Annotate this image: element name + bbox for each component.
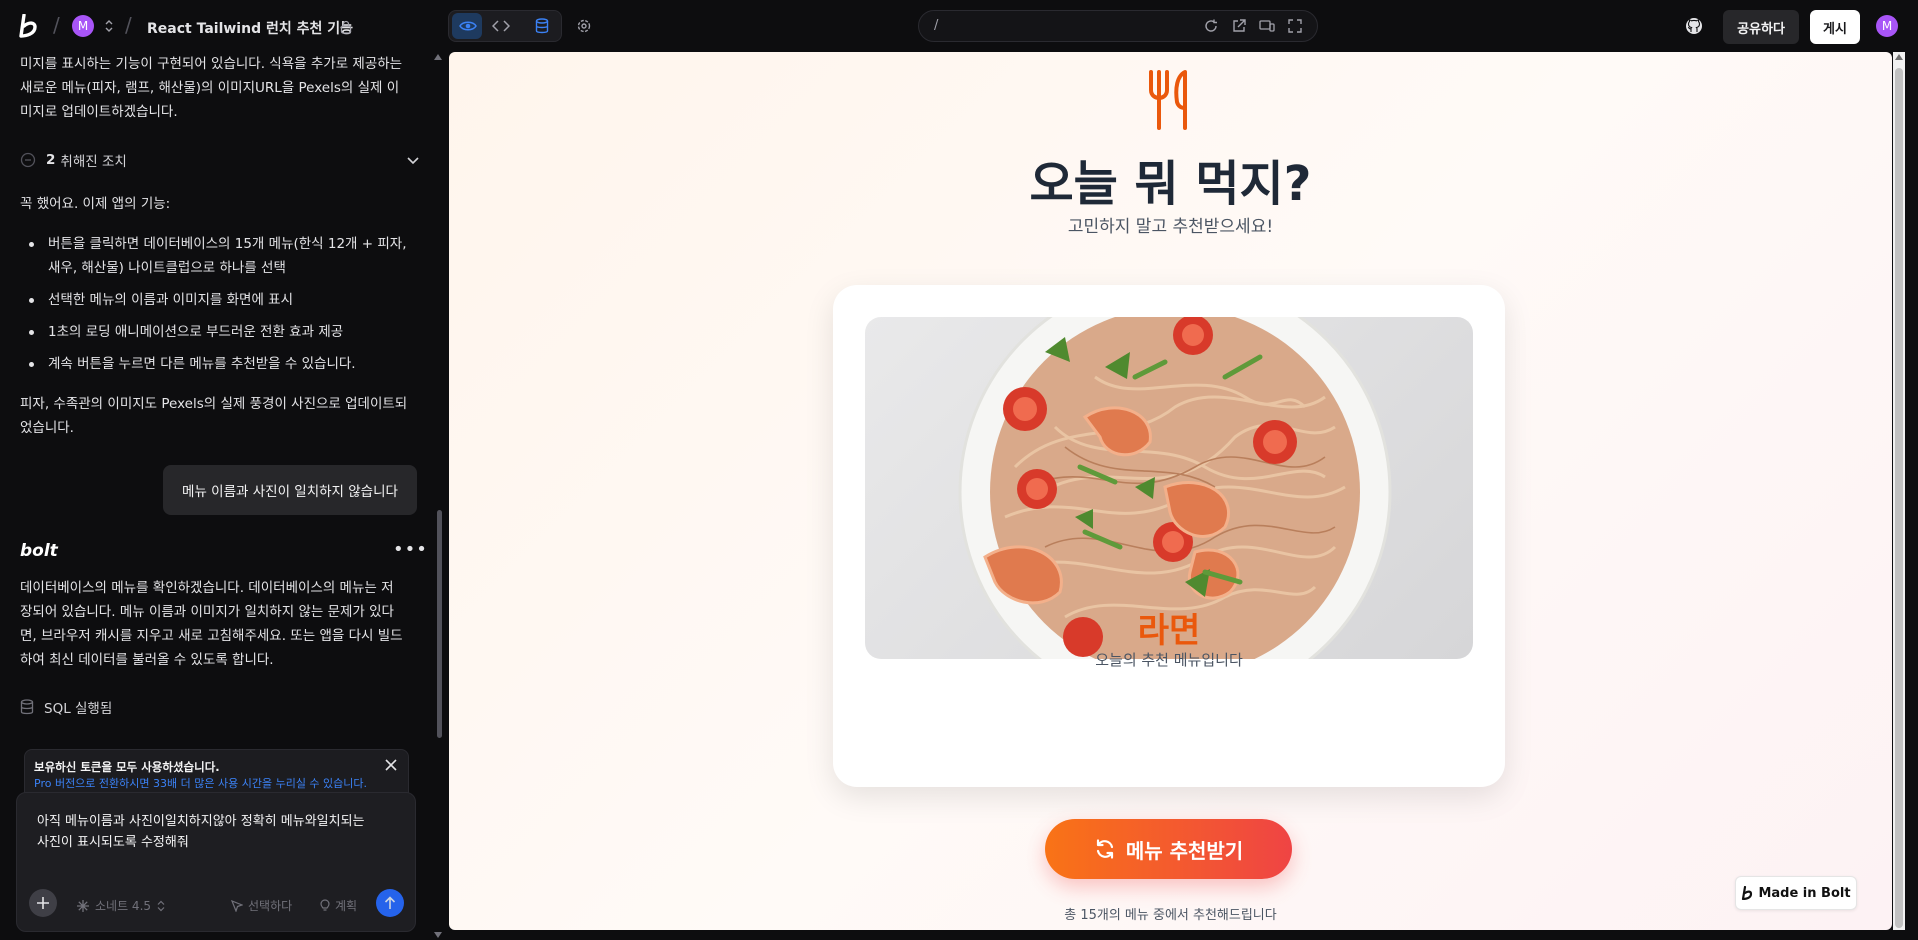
lock-icon [340,19,352,38]
chevron-up-down-icon[interactable] [104,18,114,38]
github-icon[interactable] [1680,12,1708,40]
list-item: 선택한 메뉴의 이름과 이미지를 화면에 표시 [20,288,420,312]
assistant-reply: 데이터베이스의 메뉴를 확인하겠습니다. 데이터베이스의 메뉴는 저 장되어 있… [20,576,420,672]
eye-icon[interactable] [454,12,482,40]
breadcrumb-separator: / [125,13,132,37]
made-in-bolt-label: Made in Bolt [1758,885,1851,901]
recommend-menu-button[interactable]: 메뉴 추천받기 [1045,819,1292,879]
feature-text: 1초의 로딩 애니메이션으로 부드러운 전환 효과 제공 [48,324,344,340]
select-label: 선택하다 [248,899,293,913]
message-line: 하여 최신 데이터를 불러올 수 있도록 합니다. [20,652,274,668]
chevron-down-icon[interactable] [406,153,420,167]
bolt-logo-icon[interactable] [18,14,38,38]
cursor-select-icon [231,899,243,912]
cancelled-count: 2 [46,152,56,168]
device-icon[interactable] [1253,12,1281,40]
reload-icon[interactable] [1197,12,1225,40]
bolt-logo-icon [1742,886,1753,900]
utensils-icon [1149,70,1187,130]
cancelled-actions-row[interactable]: 2 취해진 조치 [20,148,420,172]
scroll-down-icon[interactable] [434,932,442,938]
more-options-icon[interactable]: ••• [393,539,428,560]
page-subtitle: 고민하지 말고 추천받으세요! [1067,217,1274,237]
message-line: 미지로 업데이트하겠습니다. [20,104,178,120]
url-input[interactable]: / [934,18,938,33]
chat-panel: 미지를 표시하는 기능이 구현되어 있습니다. 식욕을 추가로 제공하는 새로운… [0,52,430,940]
bolt-name: bolt [20,541,58,561]
add-attachment-button[interactable] [29,889,57,917]
message-line: 피자, 수족관의 이미지도 Pexels의 실제 풍경이 사진으로 업데이트되 [20,396,408,412]
prompt-line: 아직 메뉴이름과 사진이일치하지않아 정확히 메뉴와일치되는 [37,814,365,829]
done-text: 꼭 했어요. 이제 앱의 기능: [20,196,171,212]
message-line: 새로운 메뉴(피자, 램프, 해산물)의 이미지URL을 Pexels의 실제 … [20,80,400,96]
message-line: 데이터베이스의 메뉴를 확인하겠습니다. 데이터베이스의 메뉴는 저 [20,580,394,596]
pizza-note: 피자, 수족관의 이미지도 Pexels의 실제 풍경이 사진으로 업데이트되 … [20,392,420,440]
project-title[interactable]: React Tailwind 런치 추천 기능 [147,18,353,38]
scroll-up-icon[interactable] [434,54,442,60]
user-avatar[interactable]: M [1876,15,1898,37]
app-preview: 오늘 뭐 먹지? 고민하지 말고 추천받으세요! 라면 오늘의 추천 메뉴입니다… [449,52,1892,930]
list-item: 계속 버튼을 누르면 다른 메뉴를 추천받을 수 있습니다. [20,352,420,376]
made-in-bolt-badge[interactable]: Made in Bolt [1735,876,1857,910]
page-title: 오늘 뭐 먹지? [1029,156,1312,212]
menu-caption: 오늘의 추천 메뉴입니다 [1095,651,1243,669]
arrow-up-icon [384,896,396,909]
cancel-circle-icon [20,152,36,168]
chat-scroll-thumb[interactable] [437,510,442,738]
model-selector[interactable]: 소네트 4.5 [77,897,165,914]
select-element-button[interactable]: 선택하다 [231,897,292,914]
breadcrumb-separator: / [53,13,60,37]
preview-scroll-thumb[interactable] [1895,68,1903,928]
lightbulb-icon [320,899,330,911]
workspace-avatar[interactable]: M [72,15,94,37]
list-item: 버튼을 클릭하면 데이터베이스의 15개 메뉴(한식 12개 + 피자, 새우,… [20,232,420,280]
refresh-icon [1096,839,1113,859]
close-icon[interactable] [384,758,398,772]
code-icon[interactable] [487,12,515,40]
cancelled-label: 취해진 조치 [60,154,127,170]
menu-card: 라면 오늘의 추천 메뉴입니다 [833,285,1505,787]
sql-executed-row[interactable]: SQL 실행됨 [20,697,112,717]
prompt-line: 사진이 표시되도록 수정해줘 [37,835,189,850]
list-item: 1초의 로딩 애니메이션으로 부드러운 전환 효과 제공 [20,320,420,344]
chevron-up-down-icon [157,900,165,911]
assistant-message-intro: 미지를 표시하는 기능이 구현되어 있습니다. 식욕을 추가로 제공하는 새로운… [20,52,420,124]
share-button[interactable]: 공유하다 [1723,10,1799,44]
message-line: 면, 브라우저 캐시를 지우고 새로 고침해주세요. 또는 앱을 다시 빌드 [20,628,403,644]
chat-scrollbar[interactable] [433,52,443,940]
message-line: 었습니다. [20,420,74,436]
sql-label: SQL 실행됨 [44,701,113,717]
recommend-button-label: 메뉴 추천받기 [1125,838,1244,863]
prompt-input[interactable]: 아직 메뉴이름과 사진이일치하지않아 정확히 메뉴와일치되는 사진이 표시되도록… [16,792,416,932]
feature-text: 계속 버튼을 누르면 다른 메뉴를 추천받을 수 있습니다. [48,356,356,372]
sparkle-icon [77,899,89,912]
send-button[interactable] [376,889,404,917]
plan-button[interactable]: 계획 [320,897,357,914]
plan-label: 계획 [335,899,358,913]
upgrade-link[interactable]: Pro 버전으로 전환하시면 33배 더 많은 사용 시간을 누리실 수 있습니… [34,775,367,791]
user-message-bubble: 메뉴 이름과 사진이 일치하지 않습니다 [163,465,417,515]
user-message-text: 메뉴 이름과 사진이 일치하지 않습니다 [182,484,398,500]
feature-list: 버튼을 클릭하면 데이터베이스의 15개 메뉴(한식 12개 + 피자, 새우,… [20,232,420,376]
message-line: 미지를 표시하는 기능이 구현되어 있습니다. 식욕을 추가로 제공하는 [20,56,403,72]
token-notice-text: 보유하신 토큰을 모두 사용하셨습니다. [34,760,220,774]
top-bar: / M / React Tailwind 런치 추천 기능 / 공유하다 게시 … [0,0,1918,52]
model-label: 소네트 4.5 [95,899,152,913]
feature-text: 버튼을 클릭하면 데이터베이스의 15개 메뉴(한식 12개 + 피자, 새우,… [48,236,407,276]
scroll-up-icon[interactable] [1895,54,1903,60]
menu-count-footer: 총 15개의 메뉴 중에서 추천해드립니다 [1064,908,1277,923]
feature-text: 선택한 메뉴의 이름과 이미지를 화면에 표시 [48,292,294,308]
database-icon [20,699,34,715]
fullscreen-icon[interactable] [1281,12,1309,40]
database-icon[interactable] [528,12,556,40]
menu-name: 라면 [1137,611,1201,651]
publish-button[interactable]: 게시 [1810,10,1860,44]
gear-icon[interactable] [570,12,598,40]
external-link-icon[interactable] [1225,12,1253,40]
message-line: 장되어 있습니다. 메뉴 이름과 이미지가 일치하지 않는 문제가 있다 [20,604,394,620]
plus-icon [37,897,49,909]
